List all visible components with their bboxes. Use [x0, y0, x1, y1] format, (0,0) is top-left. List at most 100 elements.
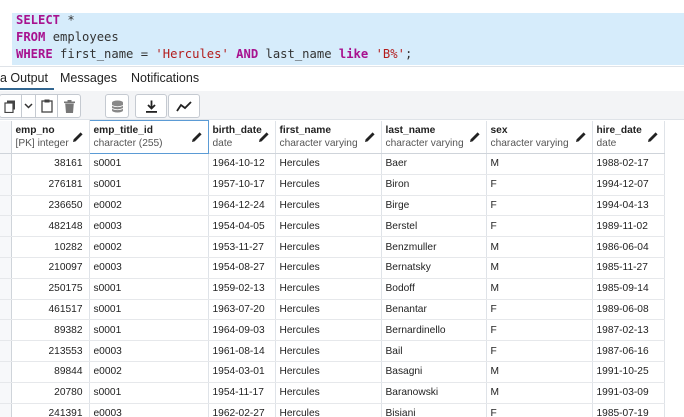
cell-emp-title-id[interactable]: e0003	[89, 215, 209, 238]
cell-birth-date[interactable]: 1954-03-01	[208, 361, 276, 383]
cell-first-name[interactable]: Hercules	[275, 257, 382, 279]
cell-sex[interactable]: F	[486, 340, 593, 362]
cell-hire-date[interactable]: 1985-11-27	[592, 257, 665, 279]
table-row[interactable]: 89844 e0002 1954-03-01 Hercules Basagni M 1991…	[0, 361, 665, 383]
cell-birth-date[interactable]: 1954-11-17	[208, 382, 276, 404]
column-header-birth-date[interactable]: birth_date date	[208, 120, 276, 154]
sql-line-2[interactable]: FROM employees	[16, 29, 119, 46]
row-header[interactable]	[0, 236, 12, 258]
table-row[interactable]: 482148 e0003 1954-04-05 Hercules Berstel F 198…	[0, 215, 665, 238]
pencil-icon[interactable]	[575, 131, 587, 143]
cell-hire-date[interactable]: 1987-02-13	[592, 319, 665, 342]
cell-emp-no[interactable]: 236650	[11, 195, 90, 217]
row-header[interactable]	[0, 403, 12, 417]
cell-emp-no[interactable]: 210097	[11, 257, 90, 279]
column-header-first-name[interactable]: first_name character varying	[275, 120, 382, 154]
cell-sex[interactable]: M	[486, 153, 593, 175]
cell-last-name[interactable]: Birge	[381, 195, 487, 217]
cell-first-name[interactable]: Hercules	[275, 340, 382, 362]
cell-first-name[interactable]: Hercules	[275, 215, 382, 238]
column-header-emp-no[interactable]: emp_no [PK] integer	[11, 120, 90, 154]
row-header[interactable]	[0, 319, 12, 342]
column-header-last-name[interactable]: last_name character varying	[381, 120, 487, 154]
table-row[interactable]: 10282 e0002 1953-11-27 Hercules Benzmuller M 1…	[0, 236, 665, 258]
cell-hire-date[interactable]: 1985-09-14	[592, 278, 665, 300]
cell-emp-title-id[interactable]: s0001	[89, 153, 209, 175]
row-header[interactable]	[0, 195, 12, 217]
cell-hire-date[interactable]: 1994-12-07	[592, 174, 665, 196]
cell-hire-date[interactable]: 1991-10-25	[592, 361, 665, 383]
row-header[interactable]	[0, 382, 12, 404]
cell-emp-no[interactable]: 461517	[11, 299, 90, 321]
cell-first-name[interactable]: Hercules	[275, 278, 382, 300]
save-data-button[interactable]	[106, 95, 128, 117]
cell-emp-no[interactable]: 20780	[11, 382, 90, 404]
cell-first-name[interactable]: Hercules	[275, 403, 382, 417]
cell-emp-no[interactable]: 10282	[11, 236, 90, 258]
pencil-icon[interactable]	[258, 131, 270, 143]
cell-birth-date[interactable]: 1964-10-12	[208, 153, 276, 175]
cell-birth-date[interactable]: 1964-12-24	[208, 195, 276, 217]
table-row[interactable]: 210097 e0003 1954-08-27 Hercules Bernatsky M 1…	[0, 257, 665, 279]
table-row[interactable]: 461517 s0001 1963-07-20 Hercules Benantar F 19…	[0, 299, 665, 321]
cell-last-name[interactable]: Benantar	[381, 299, 487, 321]
cell-emp-title-id[interactable]: s0001	[89, 382, 209, 404]
sql-line-1[interactable]: SELECT *	[16, 12, 75, 29]
cell-emp-title-id[interactable]: e0003	[89, 340, 209, 362]
cell-birth-date[interactable]: 1959-02-13	[208, 278, 276, 300]
cell-first-name[interactable]: Hercules	[275, 174, 382, 196]
cell-emp-no[interactable]: 213553	[11, 340, 90, 362]
pencil-icon[interactable]	[72, 131, 84, 143]
pencil-icon[interactable]	[191, 131, 203, 143]
cell-birth-date[interactable]: 1963-07-20	[208, 299, 276, 321]
row-header[interactable]	[0, 278, 12, 300]
row-header[interactable]	[0, 340, 12, 362]
cell-birth-date[interactable]: 1961-08-14	[208, 340, 276, 362]
cell-emp-no[interactable]: 89382	[11, 319, 90, 342]
copy-options-dropdown[interactable]	[22, 95, 36, 117]
cell-last-name[interactable]: Bodoff	[381, 278, 487, 300]
download-button[interactable]	[136, 95, 166, 117]
cell-hire-date[interactable]: 1985-07-19	[592, 403, 665, 417]
cell-emp-no[interactable]: 89844	[11, 361, 90, 383]
cell-last-name[interactable]: Bernardinello	[381, 319, 487, 342]
cell-emp-title-id[interactable]: s0001	[89, 319, 209, 342]
cell-last-name[interactable]: Biron	[381, 174, 487, 196]
cell-sex[interactable]: F	[486, 403, 593, 417]
row-header-corner[interactable]	[0, 120, 12, 154]
cell-birth-date[interactable]: 1964-09-03	[208, 319, 276, 342]
cell-emp-no[interactable]: 482148	[11, 215, 90, 238]
row-header[interactable]	[0, 215, 12, 238]
cell-sex[interactable]: F	[486, 319, 593, 342]
cell-sex[interactable]: M	[486, 236, 593, 258]
cell-first-name[interactable]: Hercules	[275, 195, 382, 217]
cell-birth-date[interactable]: 1962-02-27	[208, 403, 276, 417]
sql-editor[interactable]: SELECT * FROM employees WHERE first_name…	[0, 0, 684, 68]
cell-emp-title-id[interactable]: s0001	[89, 174, 209, 196]
table-row[interactable]: 241391 e0003 1962-02-27 Hercules Bisiani F 198…	[0, 403, 665, 417]
cell-hire-date[interactable]: 1994-04-13	[592, 195, 665, 217]
cell-last-name[interactable]: Basagni	[381, 361, 487, 383]
table-row[interactable]: 20780 s0001 1954-11-17 Hercules Baranowski M 1…	[0, 382, 665, 404]
cell-last-name[interactable]: Bail	[381, 340, 487, 362]
tab-messages[interactable]: Messages	[60, 71, 117, 85]
cell-emp-title-id[interactable]: s0001	[89, 299, 209, 321]
cell-emp-no[interactable]: 38161	[11, 153, 90, 175]
tab-data-output[interactable]: a Output	[0, 71, 54, 90]
cell-birth-date[interactable]: 1953-11-27	[208, 236, 276, 258]
cell-sex[interactable]: M	[486, 382, 593, 404]
table-row[interactable]: 213553 e0003 1961-08-14 Hercules Bail F 1987-0…	[0, 340, 665, 362]
cell-emp-no[interactable]: 276181	[11, 174, 90, 196]
delete-button[interactable]	[58, 95, 80, 117]
cell-last-name[interactable]: Bernatsky	[381, 257, 487, 279]
cell-first-name[interactable]: Hercules	[275, 236, 382, 258]
row-header[interactable]	[0, 299, 12, 321]
cell-birth-date[interactable]: 1954-08-27	[208, 257, 276, 279]
cell-sex[interactable]: F	[486, 174, 593, 196]
table-row[interactable]: 236650 e0002 1964-12-24 Hercules Birge F 1994-…	[0, 195, 665, 217]
cell-hire-date[interactable]: 1987-06-16	[592, 340, 665, 362]
row-header[interactable]	[0, 153, 12, 175]
sql-line-3[interactable]: WHERE first_name = 'Hercules' AND last_n…	[16, 46, 412, 63]
cell-hire-date[interactable]: 1991-03-09	[592, 382, 665, 404]
cell-emp-title-id[interactable]: s0001	[89, 278, 209, 300]
